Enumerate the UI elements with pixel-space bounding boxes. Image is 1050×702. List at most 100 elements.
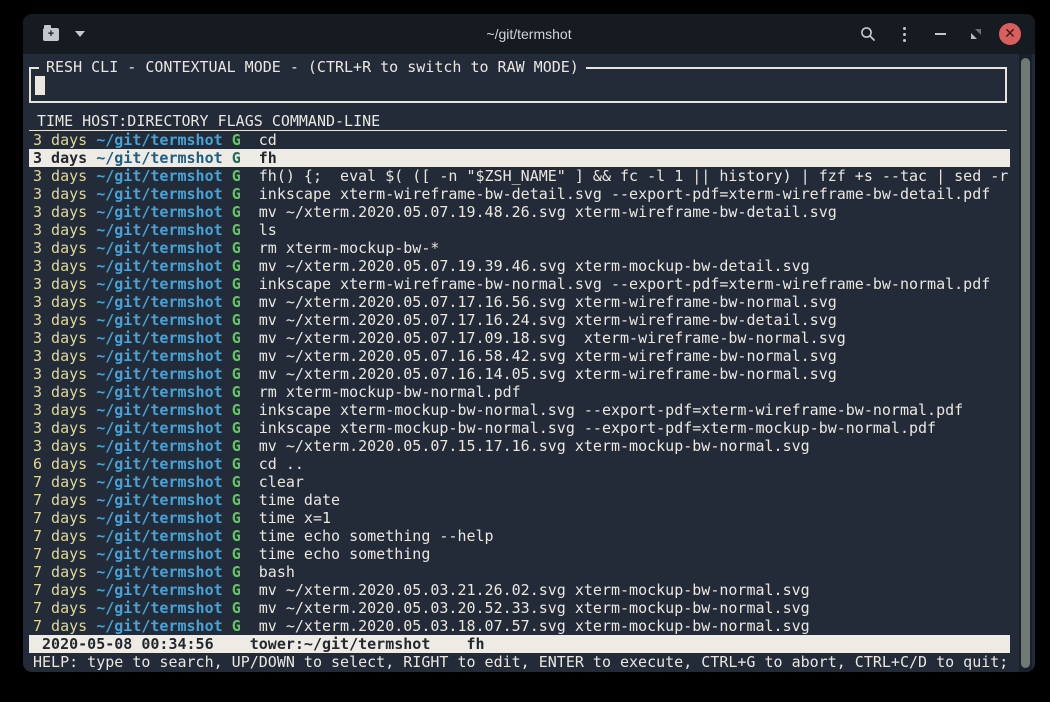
history-row[interactable]: 3 days ~/git/termshot G inkscape xterm-w… <box>29 275 1010 293</box>
header-time: TIME <box>37 112 73 130</box>
row-time: 3 days <box>33 347 87 365</box>
row-flags: G <box>232 149 241 167</box>
row-flags: G <box>232 131 241 149</box>
history-row[interactable]: 3 days ~/git/termshot G mv ~/xterm.2020.… <box>29 347 1010 365</box>
row-command: inkscape xterm-wireframe-bw-normal.svg -… <box>259 275 991 293</box>
row-command: mv ~/xterm.2020.05.03.21.26.02.svg xterm… <box>259 581 810 599</box>
history-row[interactable]: 7 days ~/git/termshot G time date <box>29 491 1010 509</box>
minimize-icon <box>935 33 946 35</box>
row-flags: G <box>232 545 241 563</box>
history-row[interactable]: 7 days ~/git/termshot G time echo someth… <box>29 527 1010 545</box>
row-host-directory: ~/git/termshot <box>96 203 222 221</box>
history-row[interactable]: 3 days ~/git/termshot G cd <box>29 131 1010 149</box>
row-time: 7 days <box>33 599 87 617</box>
row-host-directory: ~/git/termshot <box>96 239 222 257</box>
row-flags: G <box>232 527 241 545</box>
row-host-directory: ~/git/termshot <box>96 131 222 149</box>
history-row[interactable]: 6 days ~/git/termshot G cd .. <box>29 455 1010 473</box>
row-flags: G <box>232 257 241 275</box>
row-flags: G <box>232 437 241 455</box>
history-row[interactable]: 7 days ~/git/termshot G mv ~/xterm.2020.… <box>29 617 1010 635</box>
row-flags: G <box>232 473 241 491</box>
row-command: mv ~/xterm.2020.05.03.20.52.33.svg xterm… <box>259 599 810 617</box>
row-flags: G <box>232 239 241 257</box>
close-icon: ✕ <box>1004 27 1016 41</box>
scrollbar-thumb[interactable] <box>1021 58 1030 668</box>
close-button[interactable]: ✕ <box>999 23 1021 45</box>
row-command: mv ~/xterm.2020.05.07.15.17.16.svg xterm… <box>259 437 810 455</box>
history-row[interactable]: 3 days ~/git/termshot G mv ~/xterm.2020.… <box>29 203 1010 221</box>
row-time: 7 days <box>33 617 87 635</box>
titlebar: + ~/git/termshot <box>23 14 1035 54</box>
row-flags: G <box>232 491 241 509</box>
restore-button[interactable] <box>963 21 989 47</box>
row-flags: G <box>232 329 241 347</box>
header-command-line: COMMAND-LINE <box>272 112 380 130</box>
row-time: 3 days <box>33 149 87 167</box>
row-flags: G <box>232 347 241 365</box>
row-time: 3 days <box>33 293 87 311</box>
history-row[interactable]: 7 days ~/git/termshot G mv ~/xterm.2020.… <box>29 581 1010 599</box>
row-host-directory: ~/git/termshot <box>96 527 222 545</box>
row-flags: G <box>232 509 241 527</box>
plus-icon: + <box>48 29 54 40</box>
history-row[interactable]: 3 days ~/git/termshot G inkscape xterm-m… <box>29 401 1010 419</box>
history-row[interactable]: 7 days ~/git/termshot G bash <box>29 563 1010 581</box>
row-time: 7 days <box>33 509 87 527</box>
row-host-directory: ~/git/termshot <box>96 275 222 293</box>
row-host-directory: ~/git/termshot <box>96 149 222 167</box>
row-flags: G <box>232 581 241 599</box>
row-host-directory: ~/git/termshot <box>96 383 222 401</box>
history-row[interactable]: 3 days ~/git/termshot G ls <box>29 221 1010 239</box>
history-row[interactable]: 7 days ~/git/termshot G time x=1 <box>29 509 1010 527</box>
row-host-directory: ~/git/termshot <box>96 419 222 437</box>
menu-button[interactable] <box>891 21 917 47</box>
history-row[interactable]: 3 days ~/git/termshot G rm xterm-mockup-… <box>29 383 1010 401</box>
history-row[interactable]: 7 days ~/git/termshot G clear <box>29 473 1010 491</box>
row-host-directory: ~/git/termshot <box>96 455 222 473</box>
row-host-directory: ~/git/termshot <box>96 311 222 329</box>
row-flags: G <box>232 185 241 203</box>
kebab-menu-icon <box>903 27 906 42</box>
row-time: 7 days <box>33 563 87 581</box>
minimize-button[interactable] <box>927 21 953 47</box>
terminal-content[interactable]: RESH CLI - CONTEXTUAL MODE - (CTRL+R to … <box>23 54 1035 672</box>
search-button[interactable] <box>855 21 881 47</box>
row-host-directory: ~/git/termshot <box>96 401 222 419</box>
status-host-path: tower:~/git/termshot <box>250 635 431 653</box>
row-flags: G <box>232 383 241 401</box>
history-row[interactable]: 3 days ~/git/termshot G mv ~/xterm.2020.… <box>29 437 1010 455</box>
row-time: 7 days <box>33 473 87 491</box>
row-command: mv ~/xterm.2020.05.03.18.07.57.svg xterm… <box>259 617 810 635</box>
history-row-selected[interactable]: 3 days ~/git/termshot G fh <box>29 149 1010 167</box>
help-line: HELP: type to search, UP/DOWN to select,… <box>33 653 1008 671</box>
history-row[interactable]: 3 days ~/git/termshot G inkscape xterm-w… <box>29 185 1010 203</box>
row-host-directory: ~/git/termshot <box>96 185 222 203</box>
history-row[interactable]: 3 days ~/git/termshot G mv ~/xterm.2020.… <box>29 311 1010 329</box>
row-time: 3 days <box>33 131 87 149</box>
row-command: time echo something <box>259 545 431 563</box>
row-command: mv ~/xterm.2020.05.07.19.39.46.svg xterm… <box>259 257 810 275</box>
row-command: ls <box>259 221 277 239</box>
row-time: 3 days <box>33 329 87 347</box>
search-icon <box>860 26 876 42</box>
row-time: 3 days <box>33 185 87 203</box>
history-row[interactable]: 3 days ~/git/termshot G mv ~/xterm.2020.… <box>29 329 1010 347</box>
history-row[interactable]: 7 days ~/git/termshot G mv ~/xterm.2020.… <box>29 599 1010 617</box>
header-host-directory: HOST:DIRECTORY <box>82 112 208 130</box>
row-command: mv ~/xterm.2020.05.07.16.58.42.svg xterm… <box>259 347 837 365</box>
row-command: mv ~/xterm.2020.05.07.17.09.18.svg xterm… <box>259 329 846 347</box>
row-host-directory: ~/git/termshot <box>96 473 222 491</box>
row-time: 7 days <box>33 527 87 545</box>
history-row[interactable]: 7 days ~/git/termshot G time echo someth… <box>29 545 1010 563</box>
history-row[interactable]: 3 days ~/git/termshot G mv ~/xterm.2020.… <box>29 257 1010 275</box>
history-row[interactable]: 3 days ~/git/termshot G mv ~/xterm.2020.… <box>29 293 1010 311</box>
chevron-down-icon[interactable] <box>75 31 85 37</box>
row-command: time x=1 <box>259 509 331 527</box>
history-row[interactable]: 3 days ~/git/termshot G fh() {; eval $( … <box>29 167 1010 185</box>
new-tab-button[interactable]: + <box>43 28 59 41</box>
history-row[interactable]: 3 days ~/git/termshot G rm xterm-mockup-… <box>29 239 1010 257</box>
history-row[interactable]: 3 days ~/git/termshot G inkscape xterm-m… <box>29 419 1010 437</box>
history-row[interactable]: 3 days ~/git/termshot G mv ~/xterm.2020.… <box>29 365 1010 383</box>
row-command: inkscape xterm-mockup-bw-normal.svg --ex… <box>259 401 963 419</box>
